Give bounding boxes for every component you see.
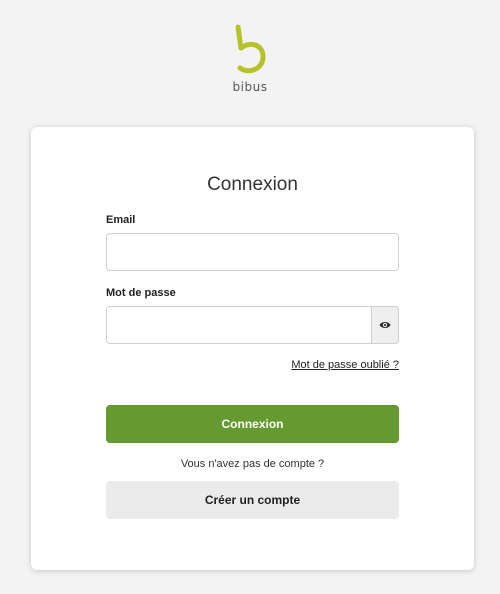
email-label: Email	[106, 214, 136, 226]
forgot-password-link[interactable]: Mot de passe oublié ?	[291, 359, 399, 371]
eye-icon	[379, 322, 391, 328]
page-title: Connexion	[207, 174, 298, 195]
login-button[interactable]: Connexion	[106, 405, 399, 443]
bibus-logo-icon	[235, 24, 266, 74]
email-field[interactable]	[106, 233, 399, 271]
toggle-password-button[interactable]	[371, 306, 399, 344]
brand-name: bibus	[232, 80, 268, 94]
password-group	[106, 306, 399, 344]
password-label: Mot de passe	[106, 287, 176, 299]
password-field[interactable]	[106, 306, 371, 344]
no-account-text: Vous n'avez pas de compte ?	[180, 458, 325, 470]
brand-logo: bibus	[0, 24, 500, 94]
create-account-button[interactable]: Créer un compte	[106, 481, 399, 519]
login-card: Connexion Email Mot de passe Mot de pass…	[31, 127, 474, 570]
